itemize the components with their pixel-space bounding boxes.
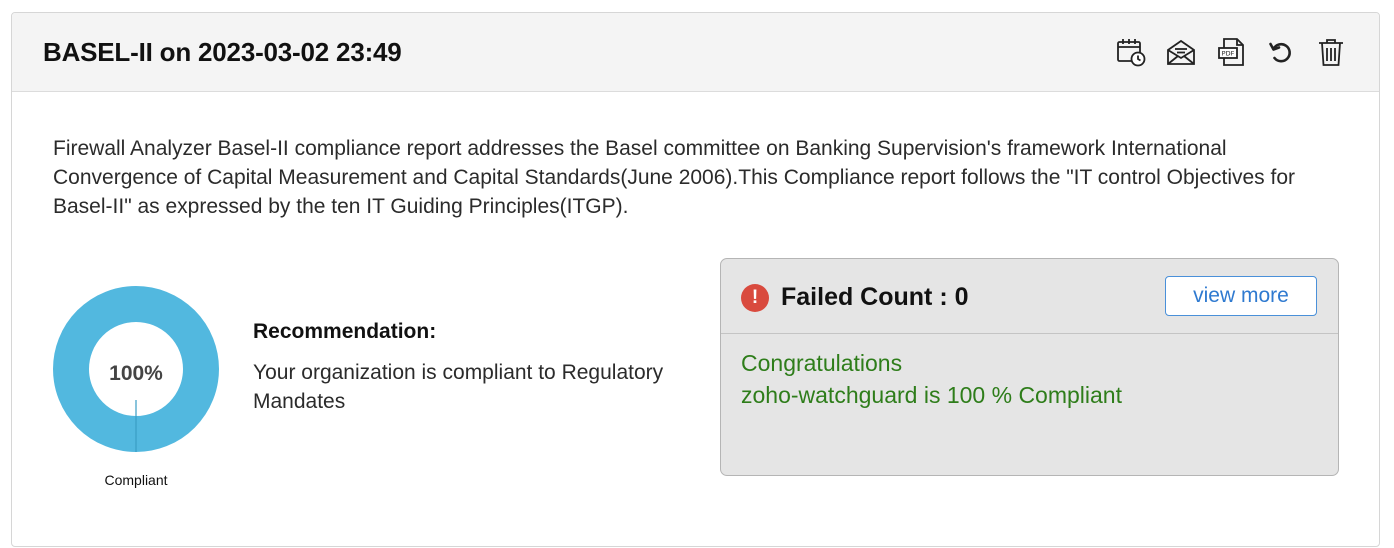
report-title: BASEL-II on 2023-03-02 23:49	[43, 37, 402, 67]
recommendation-text: Your organization is compliant to Regula…	[253, 361, 664, 413]
header-actions: PDF	[1113, 35, 1349, 69]
compliance-report-card: BASEL-II on 2023-03-02 23:49 PDF Firewal…	[11, 12, 1380, 547]
compliance-status-text: zoho-watchguard is 100 % Compliant	[741, 382, 1122, 408]
svg-text:PDF: PDF	[1222, 50, 1235, 58]
donut-caption: Compliant	[104, 472, 168, 488]
alert-icon: !	[741, 284, 769, 312]
compliance-message: Congratulations zoho-watchguard is 100 %…	[741, 347, 1122, 411]
schedule-icon[interactable]	[1113, 35, 1149, 69]
recommendation-section: Recommendation: Your organization is com…	[253, 320, 673, 416]
congratulations-text: Congratulations	[741, 350, 903, 376]
failed-count-header: ! Failed Count : 0 view more	[721, 259, 1338, 334]
view-more-button[interactable]: view more	[1165, 276, 1317, 316]
refresh-icon[interactable]	[1263, 35, 1299, 69]
pdf-icon[interactable]: PDF	[1213, 35, 1249, 69]
report-header: BASEL-II on 2023-03-02 23:49 PDF	[12, 13, 1379, 92]
report-description: Firewall Analyzer Basel-II compliance re…	[53, 137, 1296, 218]
donut-percent-label: 100%	[109, 362, 163, 385]
delete-icon[interactable]	[1313, 35, 1349, 69]
failed-count-panel: ! Failed Count : 0 view more Congratulat…	[720, 258, 1339, 476]
recommendation-title: Recommendation:	[253, 320, 437, 343]
compliance-donut-chart: 100% Compliant	[53, 286, 219, 488]
email-icon[interactable]	[1163, 35, 1199, 69]
failed-count-label: Failed Count : 0	[781, 283, 969, 311]
